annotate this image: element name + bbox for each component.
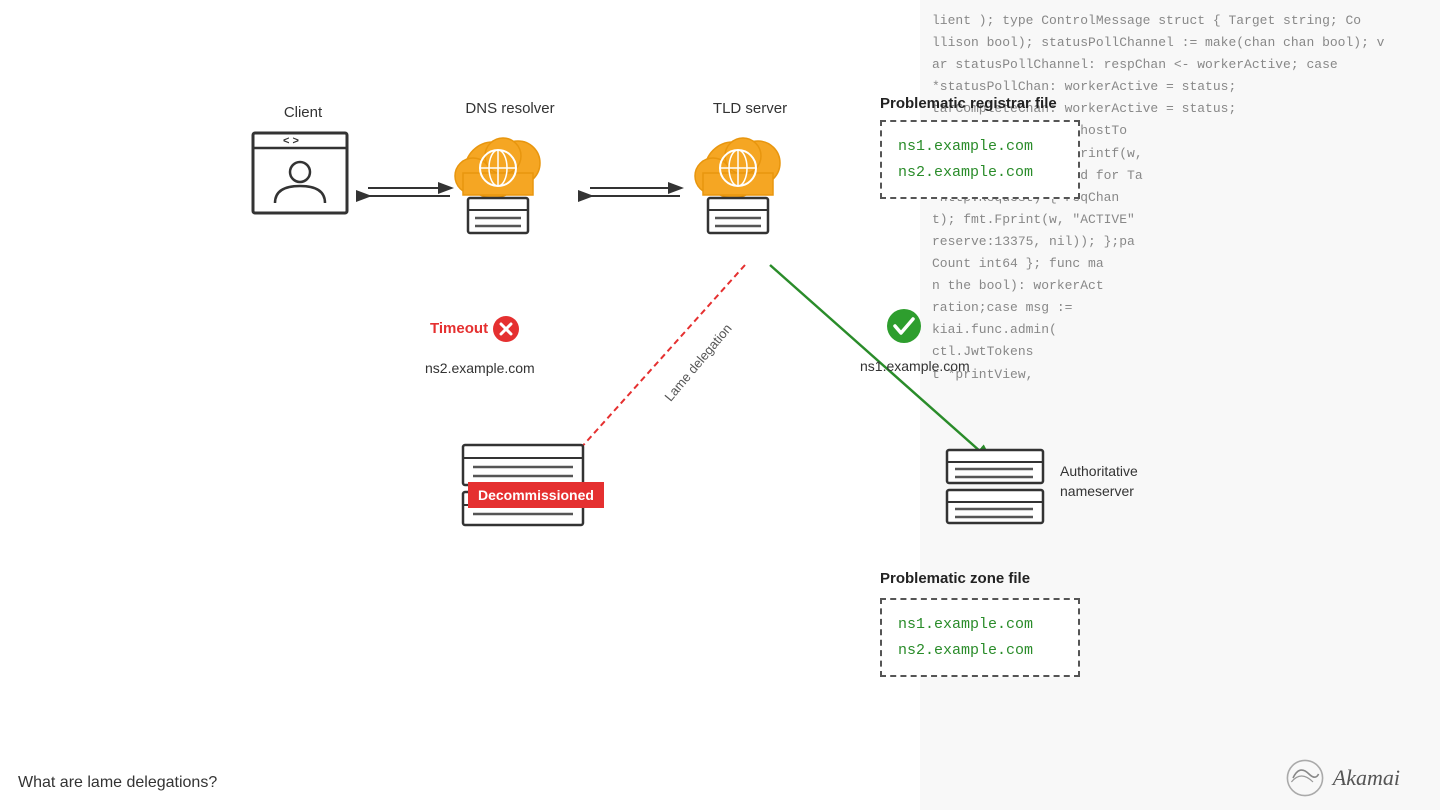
lame-delegation-label: Lame delegation	[661, 321, 734, 404]
authoritative-server-icon	[945, 448, 1045, 533]
registrar-file-box: ns1.example.com ns2.example.com	[880, 120, 1080, 199]
timeout-label: Timeout	[430, 315, 520, 343]
tld-server-icon	[678, 118, 823, 248]
authoritative-label: Authoritative nameserver	[1060, 462, 1138, 501]
decommissioned-badge: Decommissioned	[468, 482, 604, 508]
diagram-area: Client < > DNS resolver	[0, 0, 1440, 810]
registrar-ns2: ns2.example.com	[898, 160, 1062, 186]
bottom-question: What are lame delegations?	[18, 774, 217, 792]
zone-ns2: ns2.example.com	[898, 638, 1062, 664]
akamai-symbol	[1285, 758, 1325, 798]
registrar-ns1: ns1.example.com	[898, 134, 1062, 160]
dns-resolver-label: DNS resolver	[440, 100, 580, 117]
zone-ns1: ns1.example.com	[898, 612, 1062, 638]
client-label: Client	[248, 104, 358, 121]
ns2-label: ns2.example.com	[425, 360, 535, 376]
zone-file-title: Problematic zone file	[880, 570, 1030, 587]
client-icon: < >	[245, 128, 355, 228]
svg-text:< >: < >	[283, 135, 299, 147]
timeout-x-icon	[492, 315, 520, 343]
dns-resolver-icon	[438, 118, 583, 248]
akamai-logo: Akamai	[1285, 758, 1400, 798]
green-check-icon	[885, 307, 923, 345]
ns1-label: ns1.example.com	[860, 358, 970, 374]
akamai-text: Akamai	[1333, 765, 1400, 791]
zone-file-box: ns1.example.com ns2.example.com	[880, 598, 1080, 677]
registrar-file-title: Problematic registrar file	[880, 95, 1057, 112]
tld-server-label: TLD server	[685, 100, 815, 117]
